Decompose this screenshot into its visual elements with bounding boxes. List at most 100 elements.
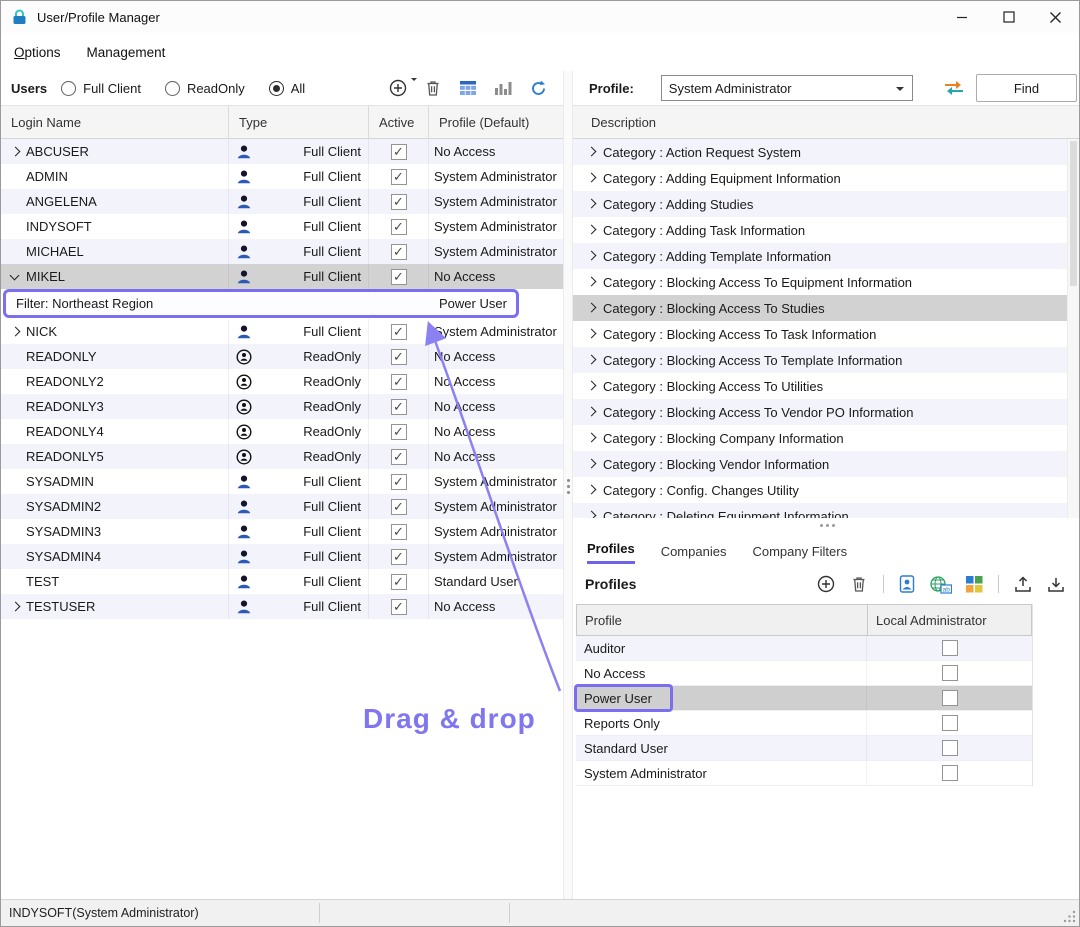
category-row[interactable]: Category : Blocking Access To Task Infor… <box>573 321 1079 347</box>
radio-full-client[interactable]: Full Client <box>61 81 141 96</box>
user-row[interactable]: TESTUSERFull Client✓No Access <box>1 594 563 619</box>
expand-icon[interactable] <box>583 144 599 160</box>
local-admin-checkbox[interactable] <box>942 665 958 681</box>
active-checkbox[interactable]: ✓ <box>391 244 407 260</box>
category-row[interactable]: Category : Config. Changes Utility <box>573 477 1079 503</box>
column-header-login-name[interactable]: Login Name <box>1 106 229 138</box>
profile-row[interactable]: Power User <box>576 686 1032 711</box>
user-row[interactable]: SYSADMINFull Client✓System Administrator <box>1 469 563 494</box>
category-row[interactable]: Category : Blocking Company Information <box>573 425 1079 451</box>
user-row[interactable]: MIKELFull Client✓No Access <box>1 264 563 289</box>
active-checkbox[interactable]: ✓ <box>391 424 407 440</box>
column-header-local-administrator[interactable]: Local Administrator <box>868 605 1031 635</box>
expand-icon[interactable] <box>7 324 23 340</box>
toolbar-globe-rename-icon[interactable]: ab <box>930 573 952 595</box>
menu-management[interactable]: Management <box>87 45 166 60</box>
user-row[interactable]: NICKFull Client✓System Administrator <box>1 319 563 344</box>
active-checkbox[interactable]: ✓ <box>391 349 407 365</box>
active-checkbox[interactable]: ✓ <box>391 599 407 615</box>
user-row[interactable]: SYSADMIN2Full Client✓System Administrato… <box>1 494 563 519</box>
active-checkbox[interactable]: ✓ <box>391 574 407 590</box>
column-header-active[interactable]: Active <box>369 106 429 138</box>
toolbar-refresh-icon[interactable] <box>527 77 549 99</box>
user-row[interactable]: ANGELENAFull Client✓System Administrator <box>1 189 563 214</box>
active-checkbox[interactable]: ✓ <box>391 374 407 390</box>
profile-row[interactable]: System Administrator <box>576 761 1032 786</box>
horizontal-splitter[interactable] <box>573 518 1079 534</box>
scrollbar-thumb[interactable] <box>1070 141 1077 286</box>
column-header-profile[interactable]: Profile <box>577 605 868 635</box>
local-admin-checkbox[interactable] <box>942 690 958 706</box>
expand-icon[interactable] <box>583 300 599 316</box>
expand-icon[interactable] <box>583 456 599 472</box>
description-scrollbar[interactable] <box>1067 139 1079 518</box>
active-checkbox[interactable]: ✓ <box>391 144 407 160</box>
expand-icon[interactable] <box>583 274 599 290</box>
minimize-button[interactable] <box>938 1 985 33</box>
user-row[interactable]: ADMINFull Client✓System Administrator <box>1 164 563 189</box>
category-row[interactable]: Category : Blocking Access To Template I… <box>573 347 1079 373</box>
user-row[interactable]: READONLY2ReadOnly✓No Access <box>1 369 563 394</box>
tab-profiles[interactable]: Profiles <box>587 541 635 564</box>
tab-companies[interactable]: Companies <box>661 544 727 564</box>
category-row[interactable]: Category : Adding Equipment Information <box>573 165 1079 191</box>
rename-sync-icon[interactable] <box>941 78 967 98</box>
toolbar-column-grid-icon[interactable] <box>963 573 985 595</box>
toolbar-export-icon[interactable] <box>1012 573 1034 595</box>
profile-row[interactable]: No Access <box>576 661 1032 686</box>
active-checkbox[interactable]: ✓ <box>391 474 407 490</box>
category-row[interactable]: Category : Blocking Access To Studies <box>573 295 1079 321</box>
user-row[interactable]: TESTFull Client✓Standard User <box>1 569 563 594</box>
expand-icon[interactable] <box>583 430 599 446</box>
profile-row[interactable]: Auditor <box>576 636 1032 661</box>
expand-icon[interactable] <box>583 248 599 264</box>
active-checkbox[interactable]: ✓ <box>391 449 407 465</box>
category-row[interactable]: Category : Adding Task Information <box>573 217 1079 243</box>
user-row[interactable]: READONLY3ReadOnly✓No Access <box>1 394 563 419</box>
toolbar-user-card-icon[interactable] <box>897 573 919 595</box>
active-checkbox[interactable]: ✓ <box>391 194 407 210</box>
expand-icon[interactable] <box>583 482 599 498</box>
panel-splitter[interactable] <box>563 71 573 899</box>
user-row[interactable]: INDYSOFTFull Client✓System Administrator <box>1 214 563 239</box>
toolbar-table-view-icon[interactable] <box>457 77 479 99</box>
user-row[interactable]: READONLY4ReadOnly✓No Access <box>1 419 563 444</box>
local-admin-checkbox[interactable] <box>942 640 958 656</box>
active-checkbox[interactable]: ✓ <box>391 549 407 565</box>
column-header-type[interactable]: Type <box>229 106 369 138</box>
column-header-profile-default[interactable]: Profile (Default) <box>429 106 563 138</box>
active-checkbox[interactable]: ✓ <box>391 399 407 415</box>
expand-icon[interactable] <box>7 144 23 160</box>
category-row[interactable]: Category : Blocking Vendor Information <box>573 451 1079 477</box>
toolbar-delete-icon[interactable] <box>848 573 870 595</box>
user-filter-row[interactable]: Filter: Northeast RegionPower User <box>1 289 563 319</box>
toolbar-statistics-icon[interactable] <box>492 77 514 99</box>
expand-icon[interactable] <box>583 378 599 394</box>
user-row[interactable]: MICHAELFull Client✓System Administrator <box>1 239 563 264</box>
active-checkbox[interactable]: ✓ <box>391 219 407 235</box>
profile-dropdown[interactable]: System Administrator <box>661 75 913 101</box>
expand-icon[interactable] <box>583 222 599 238</box>
local-admin-checkbox[interactable] <box>942 765 958 781</box>
expand-icon[interactable] <box>7 599 23 615</box>
dropdown-caret-icon[interactable] <box>411 78 417 84</box>
profile-row[interactable]: Reports Only <box>576 711 1032 736</box>
active-checkbox[interactable]: ✓ <box>391 524 407 540</box>
active-checkbox[interactable]: ✓ <box>391 269 407 285</box>
category-row[interactable]: Category : Blocking Access To Utilities <box>573 373 1079 399</box>
expand-icon[interactable] <box>583 404 599 420</box>
category-row[interactable]: Category : Adding Studies <box>573 191 1079 217</box>
user-row[interactable]: READONLYReadOnly✓No Access <box>1 344 563 369</box>
maximize-button[interactable] <box>985 1 1032 33</box>
user-row[interactable]: ABCUSERFull Client✓No Access <box>1 139 563 164</box>
radio-readonly[interactable]: ReadOnly <box>165 81 245 96</box>
category-row[interactable]: Category : Adding Template Information <box>573 243 1079 269</box>
expand-icon[interactable] <box>583 352 599 368</box>
collapse-icon[interactable] <box>7 269 23 285</box>
user-row[interactable]: SYSADMIN3Full Client✓System Administrato… <box>1 519 563 544</box>
category-row[interactable]: Category : Action Request System <box>573 139 1079 165</box>
expand-icon[interactable] <box>583 170 599 186</box>
expand-icon[interactable] <box>583 508 599 518</box>
active-checkbox[interactable]: ✓ <box>391 324 407 340</box>
radio-all[interactable]: All <box>269 81 305 96</box>
